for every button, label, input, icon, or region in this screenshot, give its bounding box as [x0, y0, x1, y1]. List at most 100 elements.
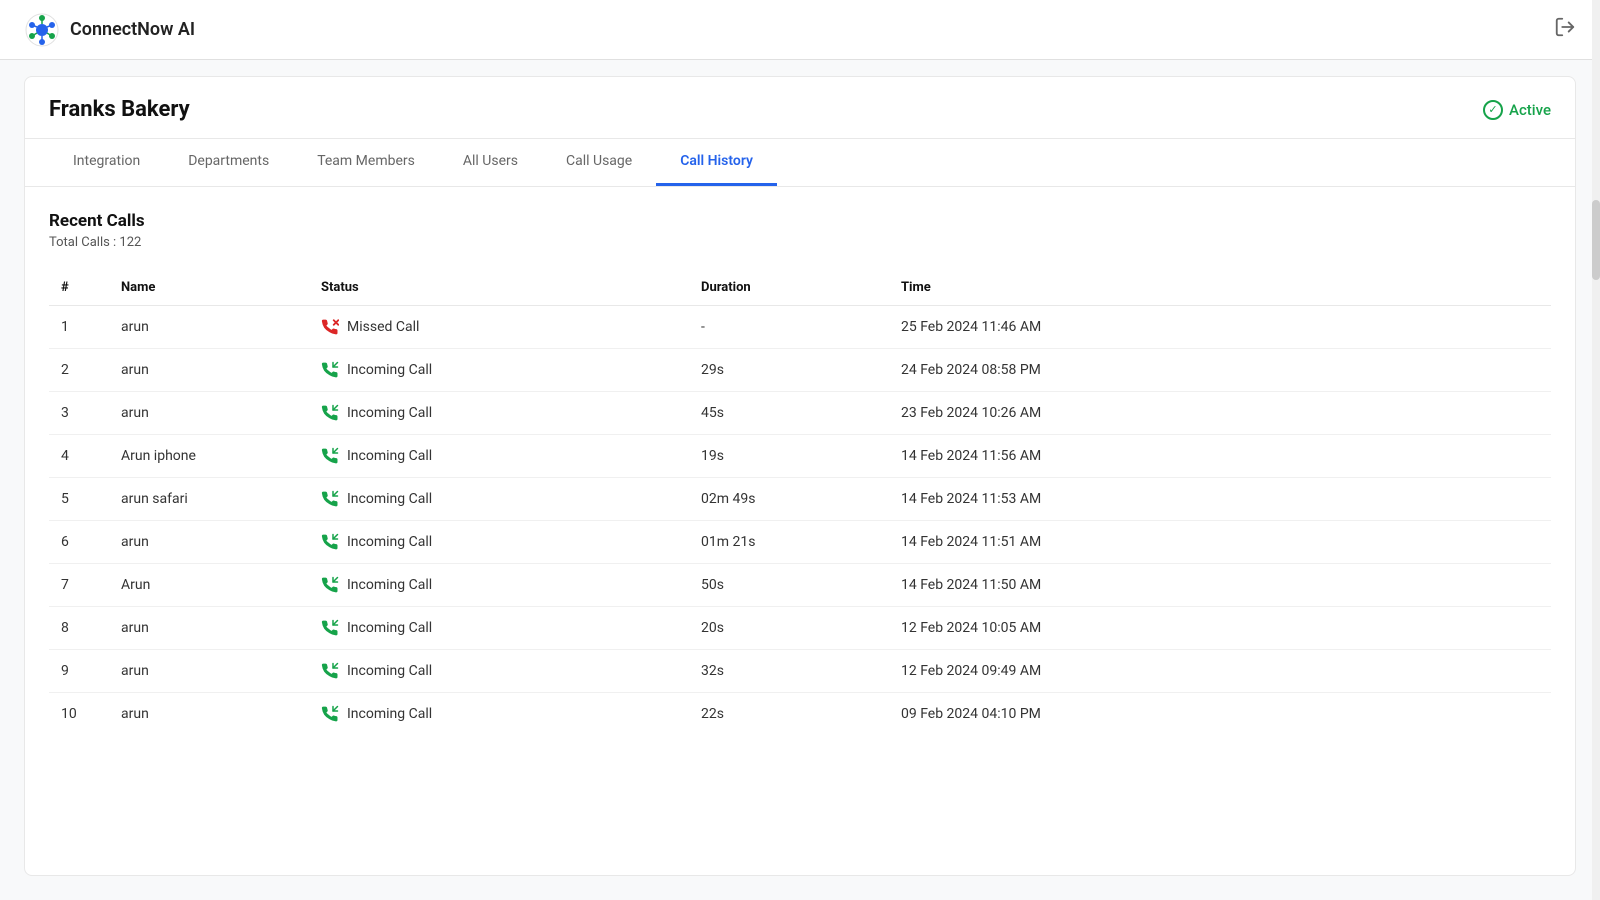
status-label: Incoming Call	[347, 620, 432, 636]
cell-duration: 22s	[689, 693, 889, 736]
tab-all-users[interactable]: All Users	[439, 139, 542, 186]
cell-duration: 19s	[689, 435, 889, 478]
cell-status: Incoming Call	[309, 693, 689, 736]
cell-num: 2	[49, 349, 109, 392]
col-header-time: Time	[889, 270, 1551, 306]
cell-duration: -	[689, 306, 889, 349]
cell-name: arun safari	[109, 478, 309, 521]
status-label: Incoming Call	[347, 663, 432, 679]
cell-duration: 50s	[689, 564, 889, 607]
cell-num: 4	[49, 435, 109, 478]
logo-area: ConnectNow AI	[24, 12, 195, 48]
table-row: 9 arun Incoming Call 32s 12 Feb 2024 09:…	[49, 650, 1551, 693]
cell-name: arun	[109, 392, 309, 435]
status-label: Incoming Call	[347, 706, 432, 722]
check-circle-icon: ✓	[1483, 100, 1503, 120]
incoming-call-icon	[321, 447, 339, 465]
cell-status: Incoming Call	[309, 650, 689, 693]
status-label: Incoming Call	[347, 362, 432, 378]
status-label: Incoming Call	[347, 405, 432, 421]
cell-time: 14 Feb 2024 11:56 AM	[889, 435, 1551, 478]
table-body: 1 arun Missed Call - 25 Feb 2024 11:46 A…	[49, 306, 1551, 736]
cell-duration: 20s	[689, 607, 889, 650]
app-logo-icon	[24, 12, 60, 48]
page-title: Franks Bakery	[49, 97, 190, 138]
cell-name: arun	[109, 607, 309, 650]
table-row: 7 Arun Incoming Call 50s 14 Feb 2024 11:…	[49, 564, 1551, 607]
cell-time: 12 Feb 2024 09:49 AM	[889, 650, 1551, 693]
incoming-call-icon	[321, 361, 339, 379]
cell-time: 25 Feb 2024 11:46 AM	[889, 306, 1551, 349]
table-row: 10 arun Incoming Call 22s 09 Feb 2024 04…	[49, 693, 1551, 736]
status-label: Incoming Call	[347, 577, 432, 593]
scrollbar[interactable]	[1592, 0, 1600, 900]
cell-num: 9	[49, 650, 109, 693]
section-title: Recent Calls	[49, 211, 1551, 231]
cell-duration: 29s	[689, 349, 889, 392]
top-bar: ConnectNow AI	[0, 0, 1600, 60]
cell-time: 14 Feb 2024 11:53 AM	[889, 478, 1551, 521]
cell-name: arun	[109, 693, 309, 736]
active-status-label: Active	[1509, 101, 1551, 119]
col-header-num: #	[49, 270, 109, 306]
cell-name: Arun iphone	[109, 435, 309, 478]
incoming-call-icon	[321, 619, 339, 637]
page-header: Franks Bakery ✓ Active	[25, 77, 1575, 139]
table-row: 4 Arun iphone Incoming Call 19s 14 Feb 2…	[49, 435, 1551, 478]
cell-time: 23 Feb 2024 10:26 AM	[889, 392, 1551, 435]
calls-table: # Name Status Duration Time 1 arun	[49, 270, 1551, 735]
table-row: 1 arun Missed Call - 25 Feb 2024 11:46 A…	[49, 306, 1551, 349]
cell-name: arun	[109, 521, 309, 564]
cell-duration: 45s	[689, 392, 889, 435]
main-content: Franks Bakery ✓ Active Integration Depar…	[24, 76, 1576, 876]
cell-duration: 32s	[689, 650, 889, 693]
cell-duration: 02m 49s	[689, 478, 889, 521]
tab-departments[interactable]: Departments	[164, 139, 293, 186]
cell-name: Arun	[109, 564, 309, 607]
cell-num: 10	[49, 693, 109, 736]
cell-num: 8	[49, 607, 109, 650]
status-label: Incoming Call	[347, 448, 432, 464]
cell-time: 09 Feb 2024 04:10 PM	[889, 693, 1551, 736]
cell-status: Incoming Call	[309, 435, 689, 478]
cell-name: arun	[109, 349, 309, 392]
tab-team-members[interactable]: Team Members	[293, 139, 439, 186]
incoming-call-icon	[321, 404, 339, 422]
cell-status: Missed Call	[309, 306, 689, 349]
logout-icon[interactable]	[1554, 16, 1576, 43]
incoming-call-icon	[321, 533, 339, 551]
cell-num: 5	[49, 478, 109, 521]
incoming-call-icon	[321, 705, 339, 723]
scrollbar-thumb[interactable]	[1592, 200, 1600, 280]
incoming-call-icon	[321, 662, 339, 680]
cell-status: Incoming Call	[309, 564, 689, 607]
total-calls-label: Total Calls : 122	[49, 235, 1551, 250]
tabs-bar: Integration Departments Team Members All…	[25, 139, 1575, 187]
incoming-call-icon	[321, 576, 339, 594]
cell-num: 3	[49, 392, 109, 435]
missed-call-icon	[321, 318, 339, 336]
active-status-badge: ✓ Active	[1483, 100, 1551, 136]
cell-time: 24 Feb 2024 08:58 PM	[889, 349, 1551, 392]
app-name: ConnectNow AI	[70, 19, 195, 40]
status-label: Missed Call	[347, 319, 419, 335]
table-row: 3 arun Incoming Call 45s 23 Feb 2024 10:…	[49, 392, 1551, 435]
status-label: Incoming Call	[347, 491, 432, 507]
tab-call-history[interactable]: Call History	[656, 139, 777, 186]
cell-num: 6	[49, 521, 109, 564]
table-row: 8 arun Incoming Call 20s 12 Feb 2024 10:…	[49, 607, 1551, 650]
cell-name: arun	[109, 650, 309, 693]
tab-integration[interactable]: Integration	[49, 139, 164, 186]
cell-duration: 01m 21s	[689, 521, 889, 564]
table-row: 2 arun Incoming Call 29s 24 Feb 2024 08:…	[49, 349, 1551, 392]
cell-status: Incoming Call	[309, 607, 689, 650]
table-header: # Name Status Duration Time	[49, 270, 1551, 306]
cell-status: Incoming Call	[309, 521, 689, 564]
cell-num: 1	[49, 306, 109, 349]
status-label: Incoming Call	[347, 534, 432, 550]
tab-call-usage[interactable]: Call Usage	[542, 139, 656, 186]
content-area: Recent Calls Total Calls : 122 # Name St…	[25, 187, 1575, 759]
cell-time: 14 Feb 2024 11:50 AM	[889, 564, 1551, 607]
cell-status: Incoming Call	[309, 392, 689, 435]
cell-time: 12 Feb 2024 10:05 AM	[889, 607, 1551, 650]
